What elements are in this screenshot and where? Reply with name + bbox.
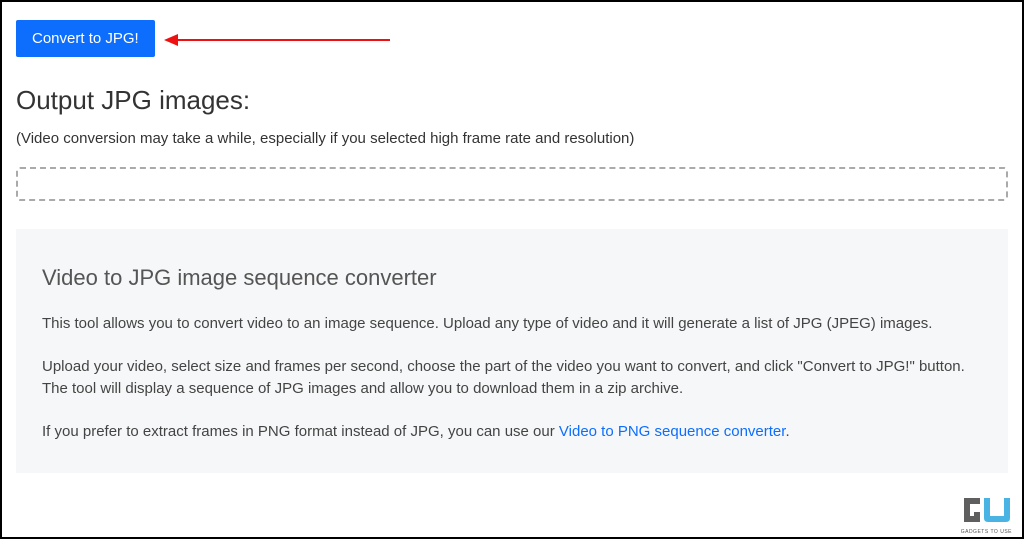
watermark-text: GADGETS TO USE xyxy=(961,529,1012,535)
info-panel: Video to JPG image sequence converter Th… xyxy=(16,229,1008,473)
info-paragraph-1: This tool allows you to convert video to… xyxy=(42,313,982,336)
info-p3-prefix: If you prefer to extract frames in PNG f… xyxy=(42,423,559,440)
info-p3-suffix: . xyxy=(785,423,789,440)
convert-to-jpg-button[interactable]: Convert to JPG! xyxy=(16,20,155,57)
video-to-png-link[interactable]: Video to PNG sequence converter xyxy=(559,423,786,440)
info-paragraph-3: If you prefer to extract frames in PNG f… xyxy=(42,421,982,444)
conversion-note: (Video conversion may take a while, espe… xyxy=(16,130,1008,147)
watermark-logo xyxy=(960,491,1014,531)
annotation-arrow xyxy=(162,30,392,50)
output-dropzone[interactable] xyxy=(16,167,1008,201)
output-heading: Output JPG images: xyxy=(16,85,1008,116)
info-paragraph-2: Upload your video, select size and frame… xyxy=(42,356,982,401)
info-title: Video to JPG image sequence converter xyxy=(42,265,982,291)
